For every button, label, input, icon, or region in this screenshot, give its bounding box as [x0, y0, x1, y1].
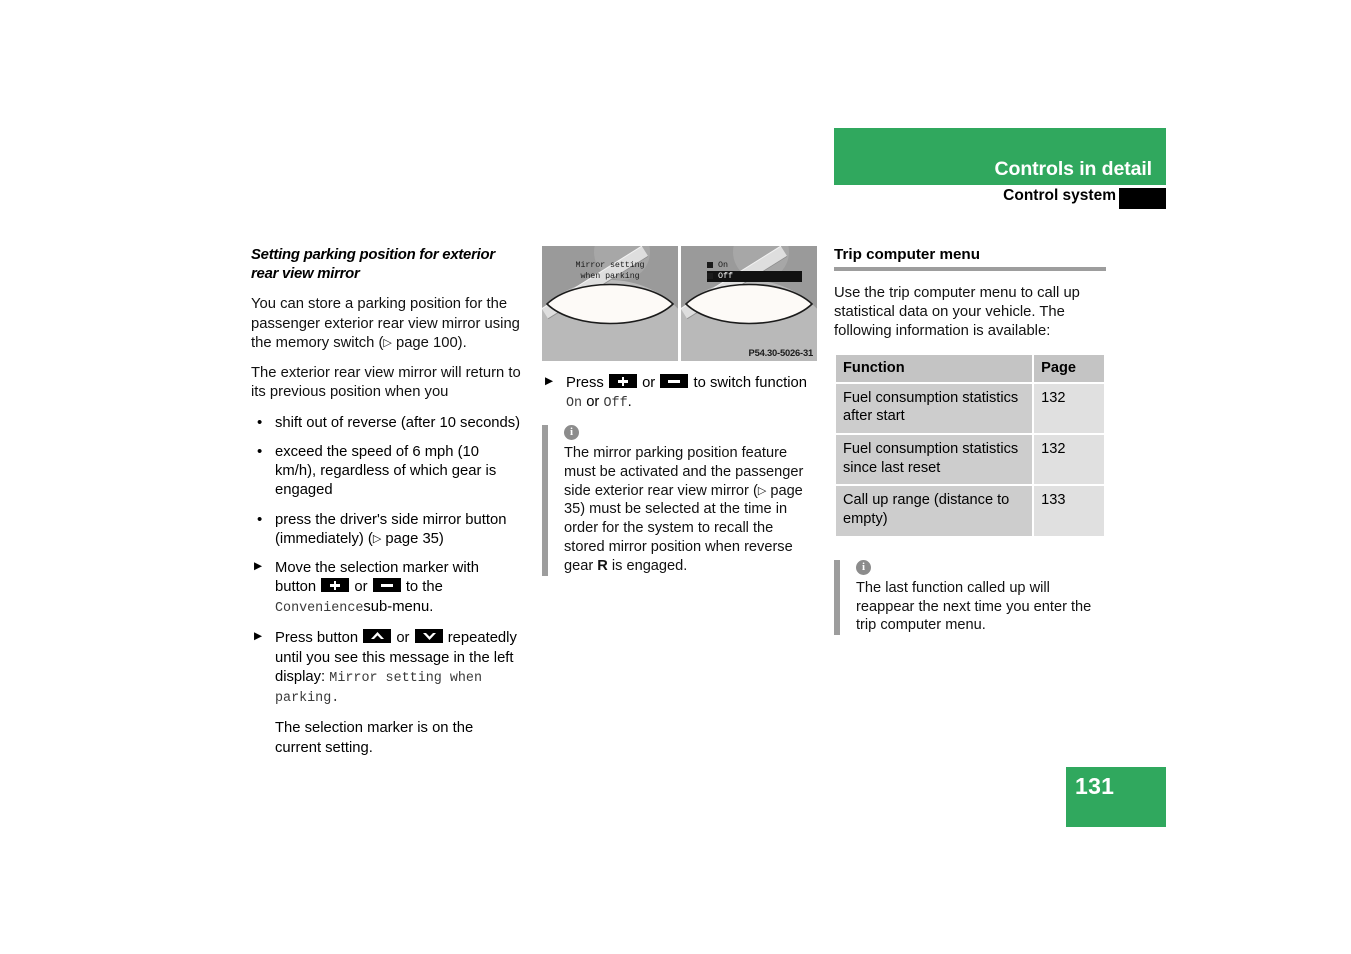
- trip-computer-function-table: Function Page Fuel consumption statistic…: [834, 353, 1106, 538]
- right-column: Trip computer menu Use the trip computer…: [834, 246, 1106, 636]
- mid-step-value-on: On: [566, 396, 583, 412]
- plus-button-icon: [608, 374, 637, 388]
- table-cell-page: 132: [1034, 435, 1104, 485]
- mid-step-text-b: to switch function: [693, 375, 808, 391]
- page-header-subtitle: Control system: [1003, 187, 1116, 204]
- middle-note-text-c: is engaged.: [607, 557, 688, 574]
- list-item: Move the selection marker with button or…: [251, 559, 523, 617]
- middle-note-text: The mirror parking position feature must…: [564, 444, 817, 576]
- list-item: The selection marker is on the current s…: [251, 719, 523, 758]
- left-paragraph-2: The exterior rear view mirror will retur…: [251, 365, 521, 401]
- table-row: Fuel consumption statistics after start …: [836, 383, 1104, 434]
- step1-or: or: [354, 579, 368, 596]
- left-subheading: Setting parking position for exterior re…: [251, 247, 495, 283]
- table-cell-function: Fuel consumption statistics since last r…: [836, 435, 1033, 485]
- table-cell-page: 132: [1034, 383, 1104, 434]
- table-cell-page: 133: [1034, 486, 1104, 536]
- page-header-title: Controls in detail: [994, 158, 1153, 180]
- note-accent-bar: [834, 559, 840, 636]
- list-item: Press button or repeatedly until you see…: [251, 629, 523, 707]
- table-cell-function: Call up range (distance to empty): [836, 486, 1033, 536]
- step3-text: The selection marker is on the current s…: [275, 720, 474, 756]
- display-option-on: On: [707, 260, 793, 271]
- table-cell-function: Fuel consumption statistics after start: [836, 383, 1033, 434]
- list-item: Press or to switch function On or Off.: [542, 374, 817, 413]
- display-option-off-label: Off: [718, 271, 734, 281]
- left-display-line-1: Mirror setting: [575, 260, 645, 270]
- mid-step-mid-or: or: [586, 394, 600, 411]
- bullet-text-3-ref: page 35): [381, 530, 444, 547]
- list-item: press the driver's side mirror button (i…: [251, 510, 523, 549]
- right-intro-paragraph: Use the trip computer menu to call up st…: [834, 285, 1080, 340]
- step1-text-c: sub-menu.: [363, 598, 434, 615]
- plus-button-icon: [321, 578, 350, 593]
- triangle-ref-icon: ▷: [757, 484, 767, 497]
- minus-button-icon: [372, 578, 401, 593]
- left-display-text: Mirror setting when parking: [542, 260, 678, 281]
- middle-column: Mirror setting when parking On Off P54.3…: [542, 246, 817, 576]
- bullet-text-1: shift out of reverse (after 10 seconds): [275, 414, 521, 431]
- page-number: 131: [1075, 773, 1115, 799]
- mirror-setting-figure: Mirror setting when parking On Off P54.3…: [542, 246, 817, 361]
- table-header-function: Function: [836, 354, 1033, 382]
- left-bullet-list: shift out of reverse (after 10 seconds) …: [251, 413, 523, 549]
- step1-text-b: to the: [405, 579, 443, 596]
- figure-right-panel: On Off P54.30-5026-31: [681, 246, 817, 361]
- table-row: Call up range (distance to empty) 133: [836, 486, 1104, 536]
- mid-step-value-off: Off: [603, 396, 628, 412]
- right-note-text: The last function called up will reappea…: [856, 579, 1092, 634]
- display-lens-shape: [546, 283, 674, 325]
- manual-page: Controls in detail Control system Settin…: [0, 0, 1351, 954]
- info-icon: i: [564, 424, 579, 440]
- right-info-note: i The last function called up will reapp…: [834, 559, 1106, 636]
- step2-text-a: Press button: [275, 630, 359, 647]
- page-number-badge: 131: [1066, 767, 1166, 827]
- left-paragraph-1-ref: page 100).: [391, 334, 467, 351]
- list-item: exceed the speed of 6 mph (10 km/h), reg…: [251, 442, 523, 501]
- section-heading: Trip computer menu: [834, 246, 980, 263]
- minus-marker-icon: [707, 273, 713, 279]
- middle-info-note: i The mirror parking position feature mu…: [542, 424, 817, 576]
- gear-label: R: [597, 557, 608, 574]
- display-lens-shape: [685, 283, 813, 325]
- mid-step-period: .: [627, 394, 632, 411]
- left-display-line-2: when parking: [580, 270, 640, 281]
- table-header-row: Function Page: [836, 354, 1104, 382]
- plus-marker-icon: [707, 262, 713, 268]
- triangle-ref-icon: ▷: [383, 336, 392, 349]
- right-display-menu: On Off: [707, 260, 802, 282]
- page-header-subtitle-row: Control system: [834, 187, 1166, 211]
- display-option-off: Off: [707, 271, 802, 282]
- table-header-page: Page: [1034, 354, 1104, 382]
- section-heading-rule: [834, 267, 1106, 271]
- note-accent-bar: [542, 424, 548, 576]
- step2-or: or: [396, 630, 410, 647]
- minus-button-icon: [660, 374, 689, 388]
- table-row: Fuel consumption statistics since last r…: [836, 435, 1104, 485]
- left-column: Setting parking position for exterior re…: [251, 246, 523, 770]
- step1-menu-name: Convenience: [275, 600, 364, 616]
- bullet-text-2: exceed the speed of 6 mph (10 km/h), reg…: [275, 443, 497, 499]
- list-item: shift out of reverse (after 10 seconds): [251, 413, 523, 433]
- left-paragraph-1: You can store a parking position for the…: [251, 295, 523, 353]
- left-step-list: Move the selection marker with button or…: [251, 559, 523, 758]
- up-arrow-button-icon: [363, 629, 392, 644]
- section-marker-tab: [1119, 188, 1166, 209]
- page-header-banner: Controls in detail: [834, 128, 1166, 185]
- display-option-on-label: On: [718, 260, 729, 270]
- mid-step-or: or: [642, 375, 656, 391]
- middle-step-list: Press or to switch function On or Off.: [542, 374, 817, 413]
- mid-step-text-a: Press: [566, 375, 604, 391]
- figure-left-panel: Mirror setting when parking: [542, 246, 678, 361]
- down-arrow-button-icon: [414, 629, 443, 644]
- figure-caption: P54.30-5026-31: [748, 347, 814, 358]
- info-icon: i: [856, 559, 871, 575]
